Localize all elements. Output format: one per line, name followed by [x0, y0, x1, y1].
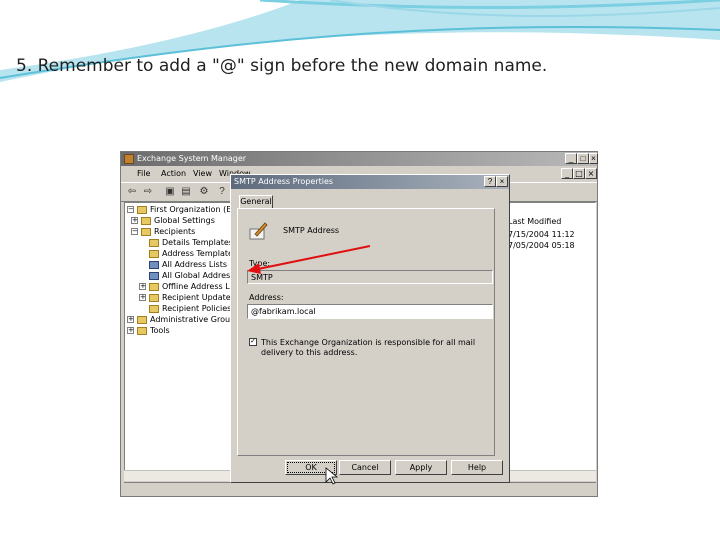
folder-icon [149, 239, 159, 247]
help-icon[interactable]: ? [484, 176, 496, 187]
cancel-button[interactable]: Cancel [339, 460, 391, 475]
general-panel [237, 208, 495, 456]
list-item[interactable]: 7/15/2004 11:12 [508, 230, 575, 239]
menu-action[interactable]: Action [161, 169, 186, 178]
tree-label: Administrative Groups [150, 315, 236, 324]
menu-view[interactable]: View [193, 169, 212, 178]
child-minimize-icon[interactable]: _ [561, 168, 573, 179]
tree-label: All Address Lists [162, 260, 228, 269]
slide-title: 5. Remember to add a "@" sign before the… [16, 56, 548, 76]
folder-icon [137, 327, 147, 335]
folder-icon [141, 228, 151, 236]
dialog-titlebar: SMTP Address Properties ? × [231, 175, 509, 189]
tree-label: Offline Address Lists [162, 282, 236, 291]
address-label: Address: [249, 293, 284, 302]
close-icon[interactable]: × [589, 153, 598, 164]
back-icon[interactable]: ⇦ [125, 185, 139, 198]
expand-toggle[interactable]: + [127, 316, 134, 323]
column-header-last-modified[interactable]: Last Modified [508, 217, 561, 226]
tree-label: All Global Address Lists [162, 271, 235, 280]
dialog-close-icon[interactable]: × [496, 176, 508, 187]
tree-label: Address Templates [162, 249, 236, 258]
forward-icon[interactable]: ⇨ [141, 185, 155, 198]
menu-file[interactable]: File [137, 169, 150, 178]
tree-label: Recipient Policies [162, 304, 232, 313]
responsible-checkbox[interactable]: ✓ [249, 338, 257, 346]
tree-label: Global Settings [154, 216, 215, 225]
address-input[interactable]: @fabrikam.local [247, 304, 493, 319]
dialog-title: SMTP Address Properties [234, 177, 334, 186]
header-swoosh [0, 0, 720, 82]
tree-label: Details Templates [162, 238, 233, 247]
responsible-checkbox-label: This Exchange Organization is responsibl… [261, 338, 476, 357]
console-tree[interactable]: − First Organization (Exchange) + Global… [124, 202, 236, 476]
type-label: Type: [249, 259, 271, 268]
up-folder-icon[interactable]: ▣ [163, 185, 177, 198]
folder-icon [141, 217, 151, 225]
tree-label: Tools [150, 326, 170, 335]
expand-toggle[interactable]: + [131, 217, 138, 224]
child-close-icon[interactable]: × [585, 168, 597, 179]
smtp-address-dialog: SMTP Address Properties ? × General SMTP… [230, 174, 510, 483]
esm-titlebar: Exchange System Manager _ □ × [121, 152, 598, 166]
help-icon[interactable]: ? [215, 185, 229, 198]
expand-toggle[interactable]: + [139, 294, 146, 301]
esm-title: Exchange System Manager [137, 154, 247, 163]
edit-pen-icon [249, 222, 268, 240]
maximize-icon[interactable]: □ [577, 153, 589, 164]
organization-icon [137, 206, 147, 214]
address-value: @fabrikam.local [251, 307, 316, 316]
status-bar [124, 482, 596, 495]
expand-toggle[interactable]: + [127, 327, 134, 334]
show-tree-icon[interactable]: ▤ [179, 185, 193, 198]
properties-icon[interactable]: ⚙ [197, 185, 211, 198]
type-field: SMTP [247, 270, 493, 284]
tree-label: Recipient Update Services [162, 293, 235, 302]
tree-label: Recipients [154, 227, 196, 236]
list-item[interactable]: 7/05/2004 05:18 [508, 241, 575, 250]
folder-icon [149, 283, 159, 291]
folder-icon [149, 305, 159, 313]
folder-icon [149, 250, 159, 258]
folder-icon [149, 294, 159, 302]
folder-icon [137, 316, 147, 324]
tab-general[interactable]: General [239, 195, 273, 209]
address-list-icon [149, 272, 159, 280]
apply-button[interactable]: Apply [395, 460, 447, 475]
expand-toggle[interactable]: − [127, 206, 134, 213]
type-value: SMTP [251, 273, 273, 282]
type-heading: SMTP Address [283, 226, 340, 235]
minimize-icon[interactable]: _ [565, 153, 577, 164]
child-restore-icon[interactable]: □ [573, 168, 585, 179]
help-button[interactable]: Help [451, 460, 503, 475]
expand-toggle[interactable]: + [139, 283, 146, 290]
tree-label: First Organization (Exchange) [150, 205, 235, 214]
exchange-app-icon [124, 154, 134, 164]
expand-toggle[interactable]: − [131, 228, 138, 235]
ok-button[interactable]: OK [285, 460, 337, 475]
address-list-icon [149, 261, 159, 269]
